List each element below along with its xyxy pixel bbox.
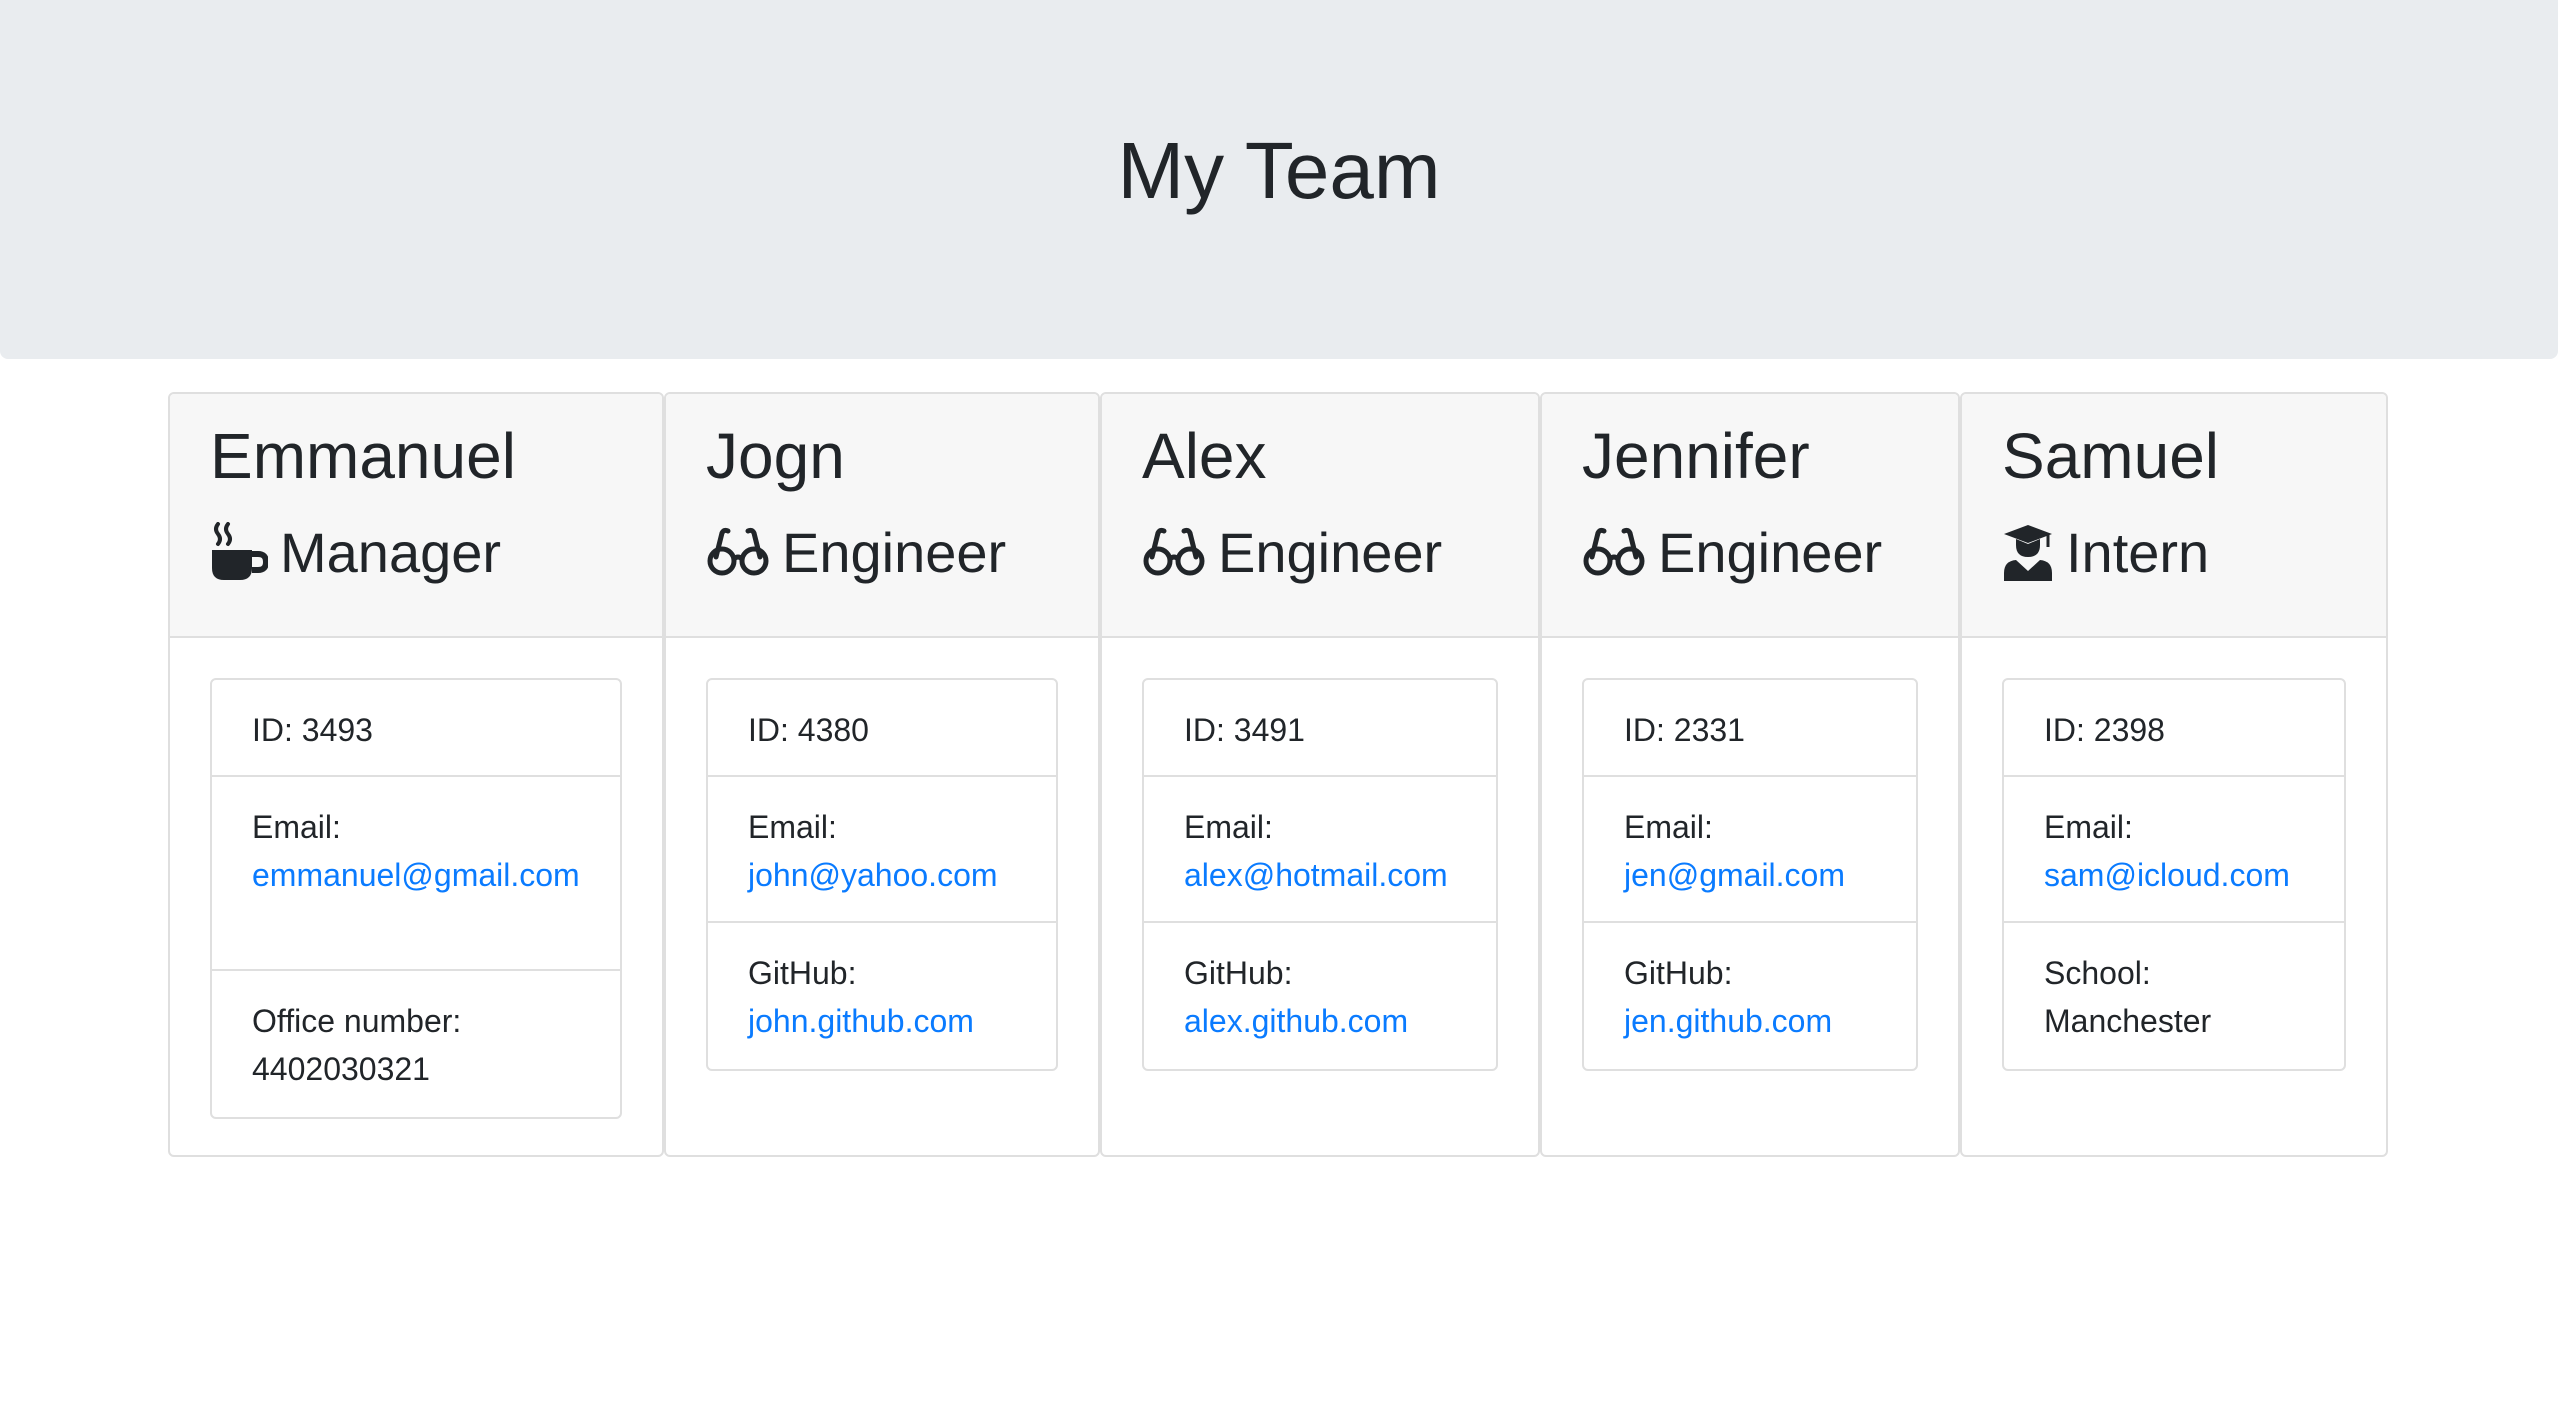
email-item: Email: jen@gmail.com — [1584, 777, 1916, 923]
school-value: Manchester — [2044, 1003, 2212, 1039]
github-item: GitHub: john.github.com — [708, 923, 1056, 1069]
card-header: Samuel Intern — [1962, 394, 2386, 638]
email-label: Email: — [252, 809, 341, 845]
email-item: Email: alex@hotmail.com — [1144, 777, 1496, 923]
id-item: ID: 3493 — [212, 680, 620, 777]
github-label: GitHub: — [748, 955, 857, 991]
employee-role: Engineer — [706, 512, 1006, 592]
email-label: Email: — [2044, 809, 2133, 845]
employee-name: Alex — [1142, 420, 1267, 492]
role-label: Engineer — [1658, 520, 1883, 584]
email-link[interactable]: jen@gmail.com — [1624, 851, 1876, 899]
card-header: Jennifer Engineer — [1542, 394, 1958, 638]
card-header: Jogn Engineer — [666, 394, 1098, 638]
role-label: Intern — [2066, 520, 2210, 584]
email-link[interactable]: john@yahoo.com — [748, 851, 1016, 899]
github-link[interactable]: alex.github.com — [1184, 997, 1456, 1045]
page-header: My Team — [0, 0, 2558, 359]
email-item: Email: john@yahoo.com — [708, 777, 1056, 923]
id-text: ID: 3491 — [1184, 712, 1305, 748]
employee-role: Engineer — [1142, 512, 1442, 592]
office-number-item: Office number: 4402030321 — [212, 971, 620, 1117]
employee-role: Intern — [2002, 512, 2209, 592]
email-link[interactable]: sam@icloud.com — [2044, 851, 2304, 899]
role-label: Engineer — [1218, 520, 1443, 584]
employee-name: Samuel — [2002, 420, 2219, 492]
id-item: ID: 2398 — [2004, 680, 2344, 777]
employee-name: Emmanuel — [210, 420, 516, 492]
employee-name: Jogn — [706, 420, 845, 492]
role-label: Engineer — [782, 520, 1007, 584]
email-link[interactable]: emmanuel@gmail.com — [252, 851, 580, 899]
glasses-icon — [1582, 527, 1646, 577]
email-label: Email: — [1624, 809, 1713, 845]
details-list: ID: 3493 Email: emmanuel@gmail.com Offic… — [210, 678, 622, 1119]
id-text: ID: 2331 — [1624, 712, 1745, 748]
coffee-mug-icon — [210, 522, 268, 582]
id-item: ID: 3491 — [1144, 680, 1496, 777]
employee-card-manager: Emmanuel Manager ID: 3493 Email: emmanue… — [168, 392, 664, 1157]
employee-role: Engineer — [1582, 512, 1882, 592]
details-list: ID: 2398 Email: sam@icloud.com School: M… — [2002, 678, 2346, 1071]
employee-name: Jennifer — [1582, 420, 1810, 492]
details-list: ID: 3491 Email: alex@hotmail.com GitHub:… — [1142, 678, 1498, 1071]
id-text: ID: 2398 — [2044, 712, 2165, 748]
id-item: ID: 2331 — [1584, 680, 1916, 777]
email-item: Email: emmanuel@gmail.com — [212, 777, 620, 971]
card-header: Alex Engineer — [1102, 394, 1538, 638]
role-label: Manager — [280, 520, 502, 584]
page-title: My Team — [1117, 125, 1441, 215]
employee-card-engineer: Jogn Engineer ID: 4380 Email: john@yahoo… — [664, 392, 1100, 1157]
employee-role: Manager — [210, 512, 501, 592]
email-item: Email: sam@icloud.com — [2004, 777, 2344, 923]
graduate-icon — [2002, 523, 2054, 581]
glasses-icon — [706, 527, 770, 577]
github-label: GitHub: — [1624, 955, 1733, 991]
github-link[interactable]: john.github.com — [748, 997, 1016, 1045]
employee-card-intern: Samuel Intern ID: 2398 Email: sam@icloud… — [1960, 392, 2388, 1157]
details-list: ID: 2331 Email: jen@gmail.com GitHub: je… — [1582, 678, 1918, 1071]
details-list: ID: 4380 Email: john@yahoo.com GitHub: j… — [706, 678, 1058, 1071]
github-item: GitHub: alex.github.com — [1144, 923, 1496, 1069]
office-number-value: 4402030321 — [252, 1051, 430, 1087]
github-link[interactable]: jen.github.com — [1624, 997, 1876, 1045]
id-text: ID: 4380 — [748, 712, 869, 748]
id-text: ID: 3493 — [252, 712, 373, 748]
office-number-label: Office number: — [252, 1003, 462, 1039]
school-label: School: — [2044, 955, 2151, 991]
employee-card-engineer: Alex Engineer ID: 3491 Email: alex@hotma… — [1100, 392, 1540, 1157]
email-link[interactable]: alex@hotmail.com — [1184, 851, 1456, 899]
email-label: Email: — [1184, 809, 1273, 845]
email-label: Email: — [748, 809, 837, 845]
employee-card-engineer: Jennifer Engineer ID: 2331 Email: jen@gm… — [1540, 392, 1960, 1157]
card-header: Emmanuel Manager — [170, 394, 662, 638]
glasses-icon — [1142, 527, 1206, 577]
school-item: School: Manchester — [2004, 923, 2344, 1069]
github-item: GitHub: jen.github.com — [1584, 923, 1916, 1069]
github-label: GitHub: — [1184, 955, 1293, 991]
id-item: ID: 4380 — [708, 680, 1056, 777]
